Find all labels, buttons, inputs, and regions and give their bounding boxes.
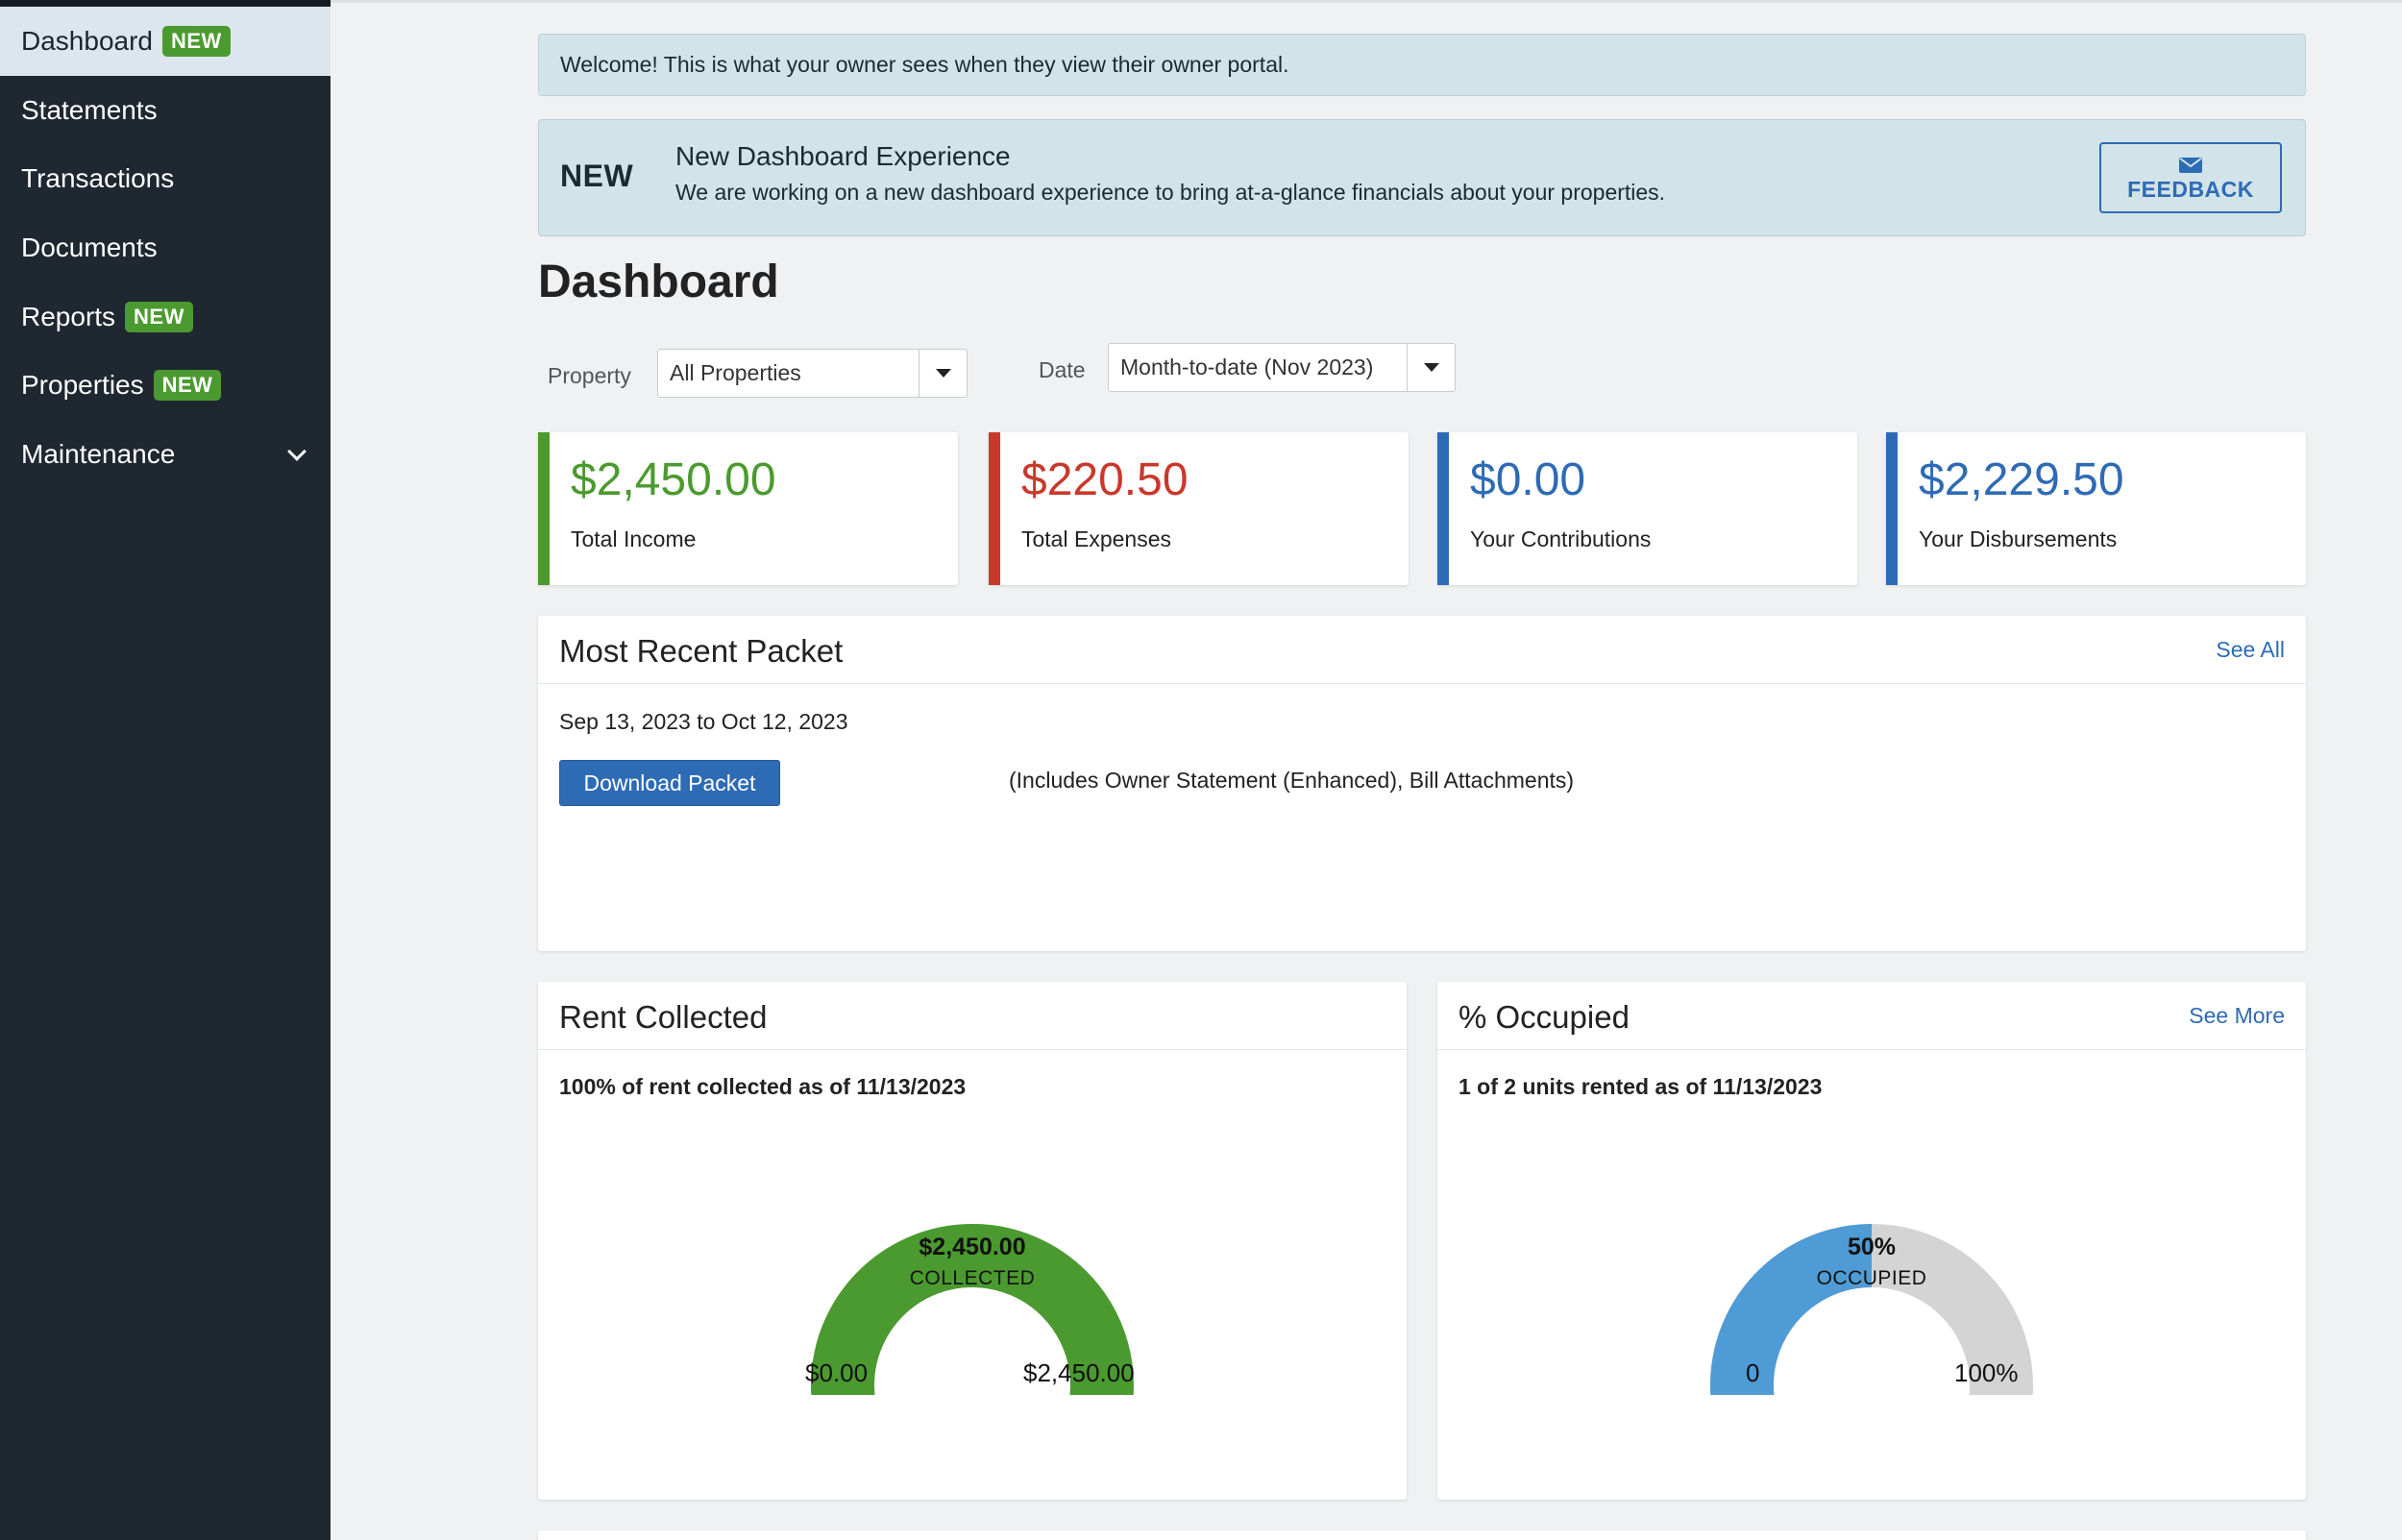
welcome-alert-text: Welcome! This is what your owner sees wh… [560,52,1289,77]
rent-collected-card: Rent Collected 100% of rent collected as… [538,982,1407,1500]
stat-card-total-income: $2,450.00 Total Income [538,432,958,585]
stat-label: Your Contributions [1470,526,1652,551]
main-content: Welcome! This is what your owner sees wh… [331,0,2402,1540]
stat-accent-bar [1437,432,1449,585]
sidebar-item-properties[interactable]: Properties NEW [0,351,331,420]
rent-collected-summary: 100% of rent collected as of 11/13/2023 [559,1074,967,1099]
welcome-alert: Welcome! This is what your owner sees wh… [538,34,2306,96]
property-select-value: All Properties [670,360,801,385]
caret-down-icon [935,369,951,378]
stat-accent-bar [1886,432,1898,585]
gauge-min-label: $0.00 [805,1358,869,1387]
gauge-max-label: 100% [1954,1358,2019,1387]
sidebar-item-transactions[interactable]: Transactions [0,144,331,213]
new-badge: NEW [153,370,222,401]
gauge-min-label: 0 [1746,1358,1760,1387]
feedback-label: FEEDBACK [2127,177,2254,202]
new-dashboard-banner: NEW New Dashboard Experience We are work… [538,119,2306,236]
sidebar: Dashboard NEW Statements Transactions Do… [0,0,331,1540]
card-title: Most Recent Packet [559,633,844,669]
promo-new-label: NEW [560,159,634,193]
promo-title: New Dashboard Experience [675,141,1011,171]
download-packet-button[interactable]: Download Packet [559,760,780,806]
stat-label: Total Expenses [1021,526,1171,551]
sidebar-item-maintenance[interactable]: Maintenance [0,420,331,489]
gauge-max-label: $2,450.00 [1023,1358,1135,1387]
stat-value: $2,229.50 [1919,454,2124,505]
stat-value: $220.50 [1021,454,1189,505]
sidebar-item-label: Documents [21,232,158,262]
see-more-link[interactable]: See More [2189,1003,2285,1029]
stat-label: Your Disbursements [1919,526,2118,551]
sidebar-item-label: Dashboard [21,26,153,56]
stat-value: $2,450.00 [571,454,776,505]
envelope-icon [2179,158,2202,173]
sidebar-item-label: Statements [21,95,158,125]
card-header: Most Recent Packet See All [538,616,2306,684]
gauge-center-value: $2,450.00 [919,1234,1026,1260]
property-filter-label: Property [548,363,631,388]
date-select-toggle[interactable] [1407,344,1455,391]
occupied-card: % Occupied See More 1 of 2 units rented … [1437,982,2306,1500]
new-badge: NEW [125,302,193,332]
see-all-link[interactable]: See All [2216,637,2285,663]
stat-card-your-disbursements: $2,229.50 Your Disbursements [1886,432,2306,585]
sidebar-item-label: Reports [21,302,116,331]
download-packet-label: Download Packet [583,770,756,795]
stat-accent-bar [989,432,1000,585]
date-select[interactable]: Month-to-date (Nov 2023) [1108,343,1456,392]
next-card-partial [538,1530,2306,1540]
property-select[interactable]: All Properties [657,349,968,398]
stat-card-your-contributions: $0.00 Your Contributions [1437,432,1857,585]
sidebar-item-label: Transactions [21,163,175,193]
sidebar-item-dashboard[interactable]: Dashboard NEW [0,7,331,76]
sidebar-item-reports[interactable]: Reports NEW [0,282,331,352]
gauge-center-label: OCCUPIED [1816,1267,1927,1289]
property-select-toggle[interactable] [919,350,967,397]
sidebar-top-bar [0,0,331,6]
date-filter-label: Date [1039,357,1086,382]
stat-value: $0.00 [1470,454,1586,505]
stat-label: Total Income [571,526,697,551]
stat-accent-bar [538,432,550,585]
occupancy-summary: 1 of 2 units rented as of 11/13/2023 [1458,1074,1823,1099]
card-title: Rent Collected [559,999,768,1035]
packet-includes-text: (Includes Owner Statement (Enhanced), Bi… [1009,768,1575,793]
date-select-value: Month-to-date (Nov 2023) [1120,354,1374,379]
card-header: Rent Collected [538,982,1407,1050]
most-recent-packet-card: Most Recent Packet See All Sep 13, 2023 … [538,616,2306,951]
page-title: Dashboard [538,257,779,307]
feedback-button[interactable]: FEEDBACK [2099,142,2282,213]
sidebar-item-documents[interactable]: Documents [0,213,331,282]
stat-card-total-expenses: $220.50 Total Expenses [989,432,1409,585]
sidebar-item-label: Properties [21,370,144,400]
packet-date-range: Sep 13, 2023 to Oct 12, 2023 [559,709,848,734]
gauge-center-value: 50% [1847,1234,1897,1260]
promo-description: We are working on a new dashboard experi… [675,180,1666,205]
sidebar-item-label: Maintenance [21,439,176,469]
new-badge: NEW [161,26,231,57]
chevron-down-icon[interactable] [287,442,306,461]
top-divider [331,0,2402,3]
gauge-center-label: COLLECTED [909,1267,1036,1289]
caret-down-icon [1423,363,1439,372]
card-header: % Occupied See More [1437,982,2306,1050]
card-title: % Occupied [1458,999,1630,1035]
sidebar-item-statements[interactable]: Statements [0,76,331,145]
